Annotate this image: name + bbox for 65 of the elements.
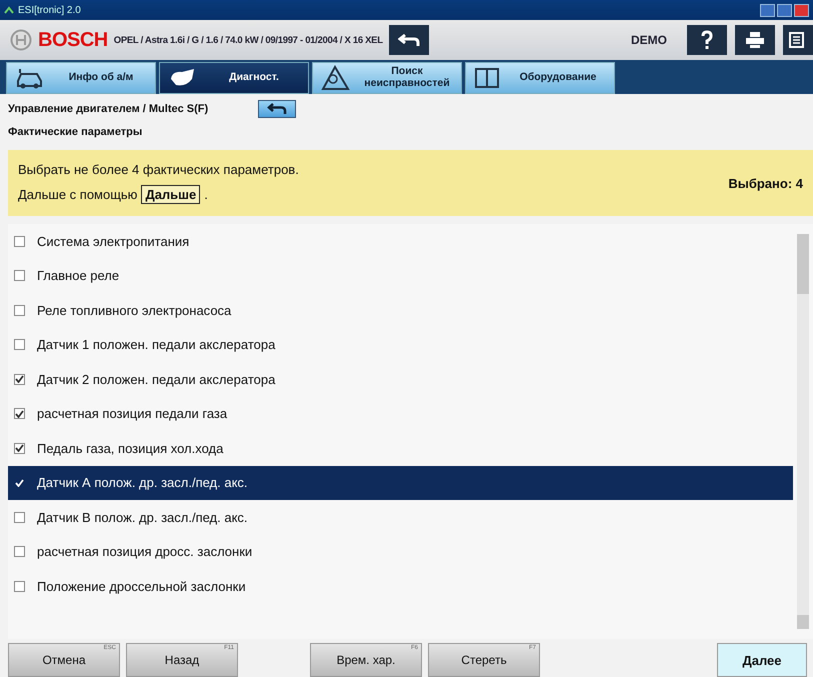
nav-tab[interactable]: Оборудование (465, 62, 615, 94)
menu-button[interactable] (783, 25, 813, 55)
parameter-row[interactable]: расчетная позиция педали газа (8, 396, 793, 431)
checkbox[interactable] (14, 512, 25, 523)
printer-icon (745, 31, 765, 49)
checkbox[interactable] (14, 477, 25, 488)
vehicle-info: OPEL / Astra 1.6i / G / 1.6 / 74.0 kW / 09/1997 - 01/2004 / X 16 XEL (114, 34, 383, 46)
help-button[interactable] (687, 25, 727, 55)
nav-tab[interactable]: Поиск неисправностей (312, 62, 462, 94)
checkbox[interactable] (14, 408, 25, 420)
return-arrow-icon (398, 33, 420, 47)
parameter-row[interactable]: Реле топливного электронасоса (8, 293, 793, 328)
scrollbar-thumb[interactable] (797, 234, 809, 294)
parameter-row[interactable]: Положение дроссельной заслонки (8, 569, 793, 604)
checkmark-icon (15, 478, 24, 487)
section-title: Фактические параметры (8, 126, 144, 138)
checkbox[interactable] (14, 374, 25, 385)
close-button[interactable] (794, 4, 809, 16)
next-button[interactable]: Далее (717, 643, 807, 677)
maximize-button[interactable] (777, 4, 792, 16)
book-icon (474, 67, 500, 89)
checkmark-icon (15, 444, 24, 452)
checkbox[interactable] (14, 442, 25, 454)
question-mark-icon (701, 30, 713, 50)
notice-text: Выбрать не более 4 фактических параметров. (18, 162, 299, 177)
checkbox[interactable] (14, 270, 25, 282)
selected-count: Выбрано: 4 (728, 176, 803, 190)
checkbox[interactable] (14, 546, 25, 558)
parameter-row[interactable]: Датчик А полож. др. засл./пед. акс. (8, 466, 793, 500)
app-icon (4, 6, 14, 14)
parameter-row[interactable]: Главное реле (8, 258, 793, 293)
parameter-row[interactable]: Датчик 2 положен. педали акслератора (8, 362, 793, 396)
parameter-row[interactable]: расчетная позиция дросс. заслонки (8, 534, 793, 569)
window-title: ESI[tronic] 2.0 (18, 4, 81, 16)
parameter-row[interactable]: Датчик В полож. др. засл./пед. акс. (8, 500, 793, 534)
checkmark-icon (15, 410, 24, 418)
parameter-row[interactable]: Педаль газа, позиция хол.хода (8, 431, 793, 466)
notice-punctuation: . (204, 187, 208, 202)
key-label: Дальше (141, 185, 200, 204)
nav-tab[interactable]: Диагност. (159, 62, 309, 94)
parameter-row[interactable]: Датчик 1 положен. педали акслератора (8, 328, 793, 362)
parameter-row[interactable]: Система электропитания (8, 224, 793, 258)
breadcrumb-path: Управление двигателем / Multec S(F) (8, 103, 208, 115)
shortcut-key: ESC (104, 645, 116, 651)
checkbox[interactable] (14, 236, 25, 247)
return-button[interactable] (258, 100, 296, 118)
checkbox[interactable] (14, 580, 25, 592)
checkmark-icon (15, 375, 24, 384)
shortcut-key: F7 (528, 645, 536, 651)
scrollbar-thumb-bottom[interactable] (797, 615, 809, 629)
shortcut-key: F6 (410, 645, 418, 651)
checkbox[interactable] (14, 339, 25, 350)
scrollbar[interactable] (797, 234, 809, 629)
brand-name: BOSCH (38, 28, 108, 52)
return-arrow-icon (267, 103, 288, 115)
document-icon (789, 31, 807, 49)
print-button[interactable] (735, 25, 775, 55)
notice-text: Дальше с помощью (18, 187, 138, 202)
checkbox[interactable] (14, 304, 25, 316)
back-button[interactable] (388, 25, 429, 55)
shortcut-key: F11 (224, 645, 234, 651)
nav-tab[interactable]: Инфо об а/м (6, 62, 156, 94)
demo-label: DEMO (631, 33, 667, 47)
minimize-button[interactable] (760, 4, 775, 16)
car-icon (15, 67, 45, 89)
